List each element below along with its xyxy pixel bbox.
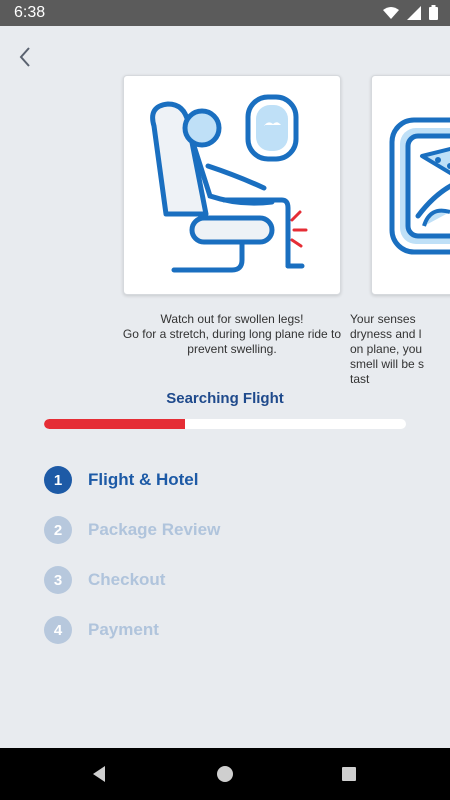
step-label: Package Review <box>88 520 221 539</box>
chevron-left-icon <box>19 47 30 67</box>
step-label: Flight & Hotel <box>88 470 199 489</box>
search-progress-bar <box>44 419 406 429</box>
step-number: 1 <box>44 466 72 494</box>
battery-icon <box>429 5 438 20</box>
status-time: 6:38 <box>14 4 46 21</box>
status-icons <box>383 5 438 20</box>
airplane-meal-tray-illustration <box>389 117 450 255</box>
system-nav-bar <box>0 748 450 800</box>
recents-square-icon[interactable] <box>339 764 359 784</box>
tip-card <box>123 75 341 295</box>
step-payment: 4 Payment <box>44 605 424 655</box>
signal-icon <box>407 5 421 20</box>
home-circle-icon[interactable] <box>215 764 235 784</box>
tip-text: Watch out for swollen legs! Go for a str… <box>122 312 342 356</box>
step-package-review: 2 Package Review <box>44 505 424 555</box>
step-number: 4 <box>44 616 72 644</box>
step-label: Checkout <box>88 570 166 589</box>
back-triangle-icon[interactable] <box>89 764 109 784</box>
booking-steps: 1 Flight & Hotel 2 Package Review 3 Chec… <box>44 455 424 655</box>
airplane-seat-swollen-legs-illustration <box>150 94 308 273</box>
step-number: 3 <box>44 566 72 594</box>
search-progress-fill <box>44 419 186 429</box>
step-number: 2 <box>44 516 72 544</box>
tip-card <box>371 75 450 295</box>
step-flight-hotel: 1 Flight & Hotel <box>44 455 424 505</box>
step-label: Payment <box>88 620 159 639</box>
tip-text: Your senses dryness and l on plane, you … <box>350 312 425 386</box>
step-checkout: 3 Checkout <box>44 555 424 605</box>
wifi-icon <box>383 6 399 19</box>
back-button[interactable] <box>10 42 40 72</box>
search-status-title: Searching Flight <box>166 390 284 407</box>
tips-carousel[interactable]: Watch out for swollen legs! Go for a str… <box>0 70 450 390</box>
status-bar: 6:38 <box>0 0 450 26</box>
